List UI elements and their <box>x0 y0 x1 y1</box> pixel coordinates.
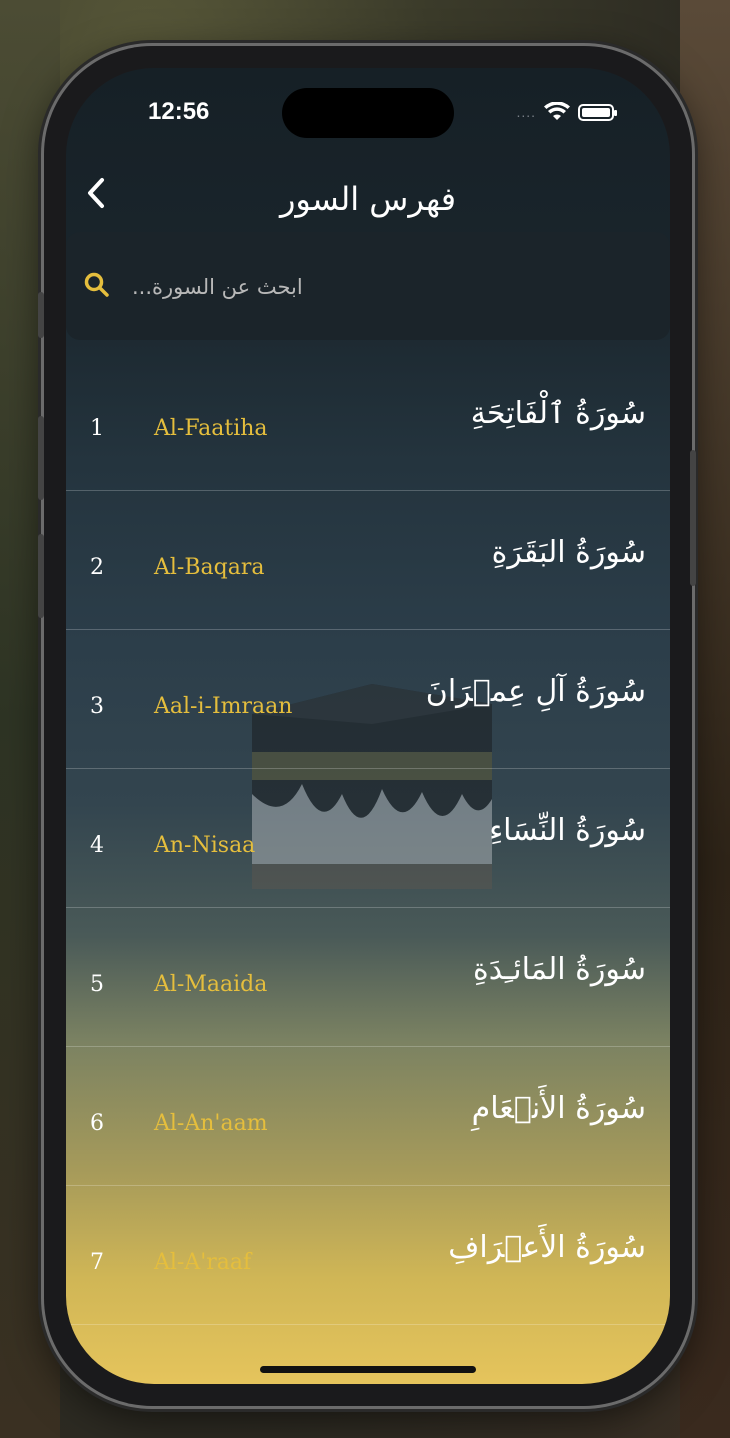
surah-latin-name: Aal-i-Imraan <box>154 694 293 719</box>
surah-number: 3 <box>90 694 104 719</box>
surah-arabic-name: سُورَةُ آلِ عِمۡرَانَ <box>425 674 646 709</box>
surah-arabic-name: سُورَةُ البَقَرَةِ <box>491 535 646 570</box>
power-button <box>690 450 696 586</box>
app-screen: 12:56 .... فهرس السور 1 Al-Faatiha سُ <box>66 68 670 1384</box>
surah-arabic-name: سُورَةُ الأَنۡعَامِ <box>471 1091 646 1126</box>
surah-number: 2 <box>90 555 104 580</box>
surah-arabic-name: سُورَةُ النِّسَاءِ <box>489 813 646 848</box>
list-item[interactable]: 1 Al-Faatiha سُورَةُ ٱلْفَاتِحَةِ <box>66 352 670 491</box>
surah-number: 4 <box>90 833 104 858</box>
surah-arabic-name: سُورَةُ الأَعۡرَافِ <box>448 1230 646 1265</box>
navigation-bar: فهرس السور <box>66 164 670 234</box>
home-indicator[interactable] <box>260 1366 476 1373</box>
search-bar[interactable] <box>66 232 670 340</box>
list-item[interactable]: 4 An-Nisaa سُورَةُ النِّسَاءِ <box>66 769 670 908</box>
surah-list: 1 Al-Faatiha سُورَةُ ٱلْفَاتِحَةِ 2 Al-B… <box>66 352 670 1325</box>
list-item[interactable]: 2 Al-Baqara سُورَةُ البَقَرَةِ <box>66 491 670 630</box>
surah-latin-name: Al-Maaida <box>154 972 268 997</box>
search-icon <box>84 272 109 297</box>
surah-number: 7 <box>90 1250 104 1275</box>
list-item[interactable]: 7 Al-A'raaf سُورَةُ الأَعۡرَافِ <box>66 1186 670 1325</box>
search-input[interactable] <box>130 266 634 308</box>
status-bar: 12:56 .... <box>66 68 670 158</box>
surah-arabic-name: سُورَةُ المَائـِدَةِ <box>473 952 646 987</box>
volume-down-button <box>38 534 44 618</box>
surah-latin-name: An-Nisaa <box>154 833 256 858</box>
surah-latin-name: Al-An'aam <box>154 1111 268 1136</box>
surah-arabic-name: سُورَةُ ٱلْفَاتِحَةِ <box>470 396 646 431</box>
silent-switch <box>38 292 44 338</box>
status-icons: .... <box>516 102 617 122</box>
surah-number: 1 <box>90 416 104 441</box>
list-item[interactable]: 3 Aal-i-Imraan سُورَةُ آلِ عِمۡرَانَ <box>66 630 670 769</box>
battery-icon <box>578 103 617 121</box>
page-title: فهرس السور <box>279 180 457 218</box>
surah-number: 5 <box>90 972 104 997</box>
volume-up-button <box>38 416 44 500</box>
surah-latin-name: Al-Baqara <box>154 555 265 580</box>
surah-number: 6 <box>90 1111 104 1136</box>
cellular-dots-icon: .... <box>516 104 536 120</box>
surah-latin-name: Al-Faatiha <box>154 416 268 441</box>
dynamic-island <box>282 88 454 138</box>
status-time: 12:56 <box>148 98 210 125</box>
wifi-icon <box>544 102 570 120</box>
surah-latin-name: Al-A'raaf <box>154 1250 252 1275</box>
list-item[interactable]: 5 Al-Maaida سُورَةُ المَائـِدَةِ <box>66 908 670 1047</box>
list-item[interactable]: 6 Al-An'aam سُورَةُ الأَنۡعَامِ <box>66 1047 670 1186</box>
